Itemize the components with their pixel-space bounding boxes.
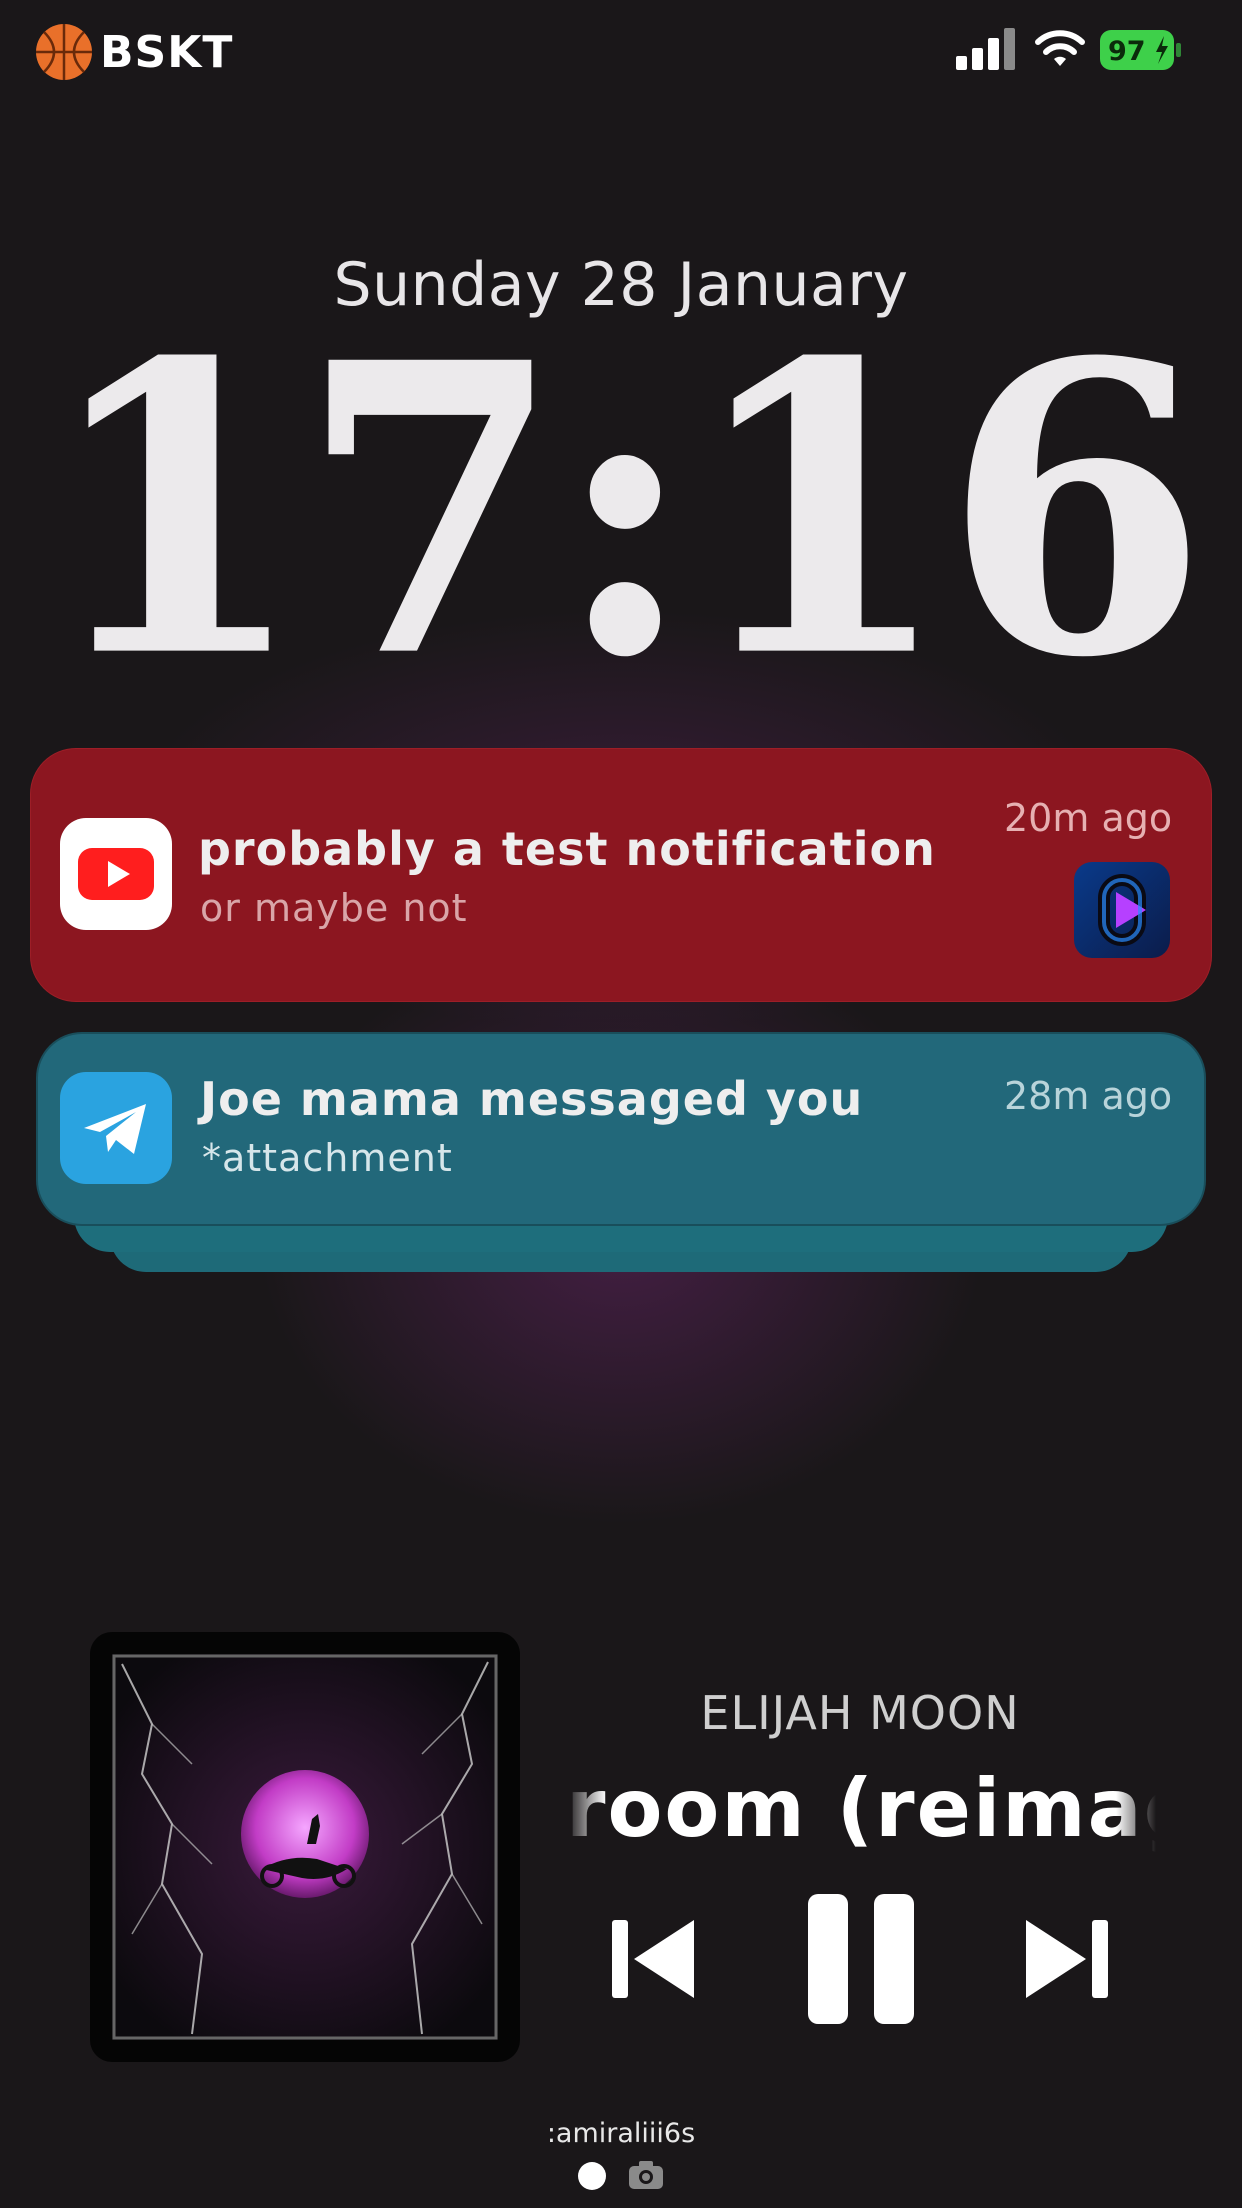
- wifi-icon: [1035, 30, 1085, 66]
- notification-telegram[interactable]: [36, 1032, 1206, 1226]
- carrier-name: BSKT: [100, 26, 234, 78]
- now-playing-artist: ELIJAH MOON: [700, 1686, 1020, 1740]
- pause-button[interactable]: [808, 1894, 914, 2024]
- carrier: BSKT: [34, 22, 233, 82]
- notification-time: 28m ago: [1004, 1074, 1173, 1118]
- notification-body: *attachment: [202, 1136, 453, 1180]
- youtube-icon: [78, 848, 154, 900]
- battery-icon: 97: [1100, 30, 1181, 70]
- battery-percent: 97: [1108, 36, 1146, 67]
- now-playing-title: room (reimagi: [566, 1762, 1156, 1855]
- notification-title: probably a test notification: [198, 822, 936, 876]
- now-playing-title-marquee: room (reimagi: [566, 1762, 1156, 1862]
- cellular-signal-icon: [956, 28, 1015, 70]
- telegram-icon: [84, 1104, 146, 1154]
- basketball-icon: [36, 24, 92, 80]
- notification-body: or maybe not: [200, 886, 468, 930]
- next-track-button[interactable]: [1026, 1920, 1108, 1998]
- notification-title: Joe mama messaged you: [200, 1072, 864, 1126]
- camera-icon[interactable]: [628, 2160, 664, 2190]
- telegram-app-icon: [60, 1072, 172, 1184]
- lockscreen-clock: 17:16: [42, 275, 1208, 746]
- youtube-app-icon: [60, 818, 172, 930]
- album-art[interactable]: [112, 1654, 498, 2040]
- notification-thumbnail: [1074, 862, 1170, 958]
- page-indicator-dot[interactable]: [578, 2162, 606, 2190]
- play-logo-icon: [1098, 874, 1146, 946]
- status-bar: BSKT 97: [0, 0, 1242, 110]
- previous-track-button[interactable]: [612, 1920, 694, 1998]
- notification-time: 20m ago: [1004, 796, 1173, 840]
- username-label: :amiraliii6s: [546, 2118, 696, 2149]
